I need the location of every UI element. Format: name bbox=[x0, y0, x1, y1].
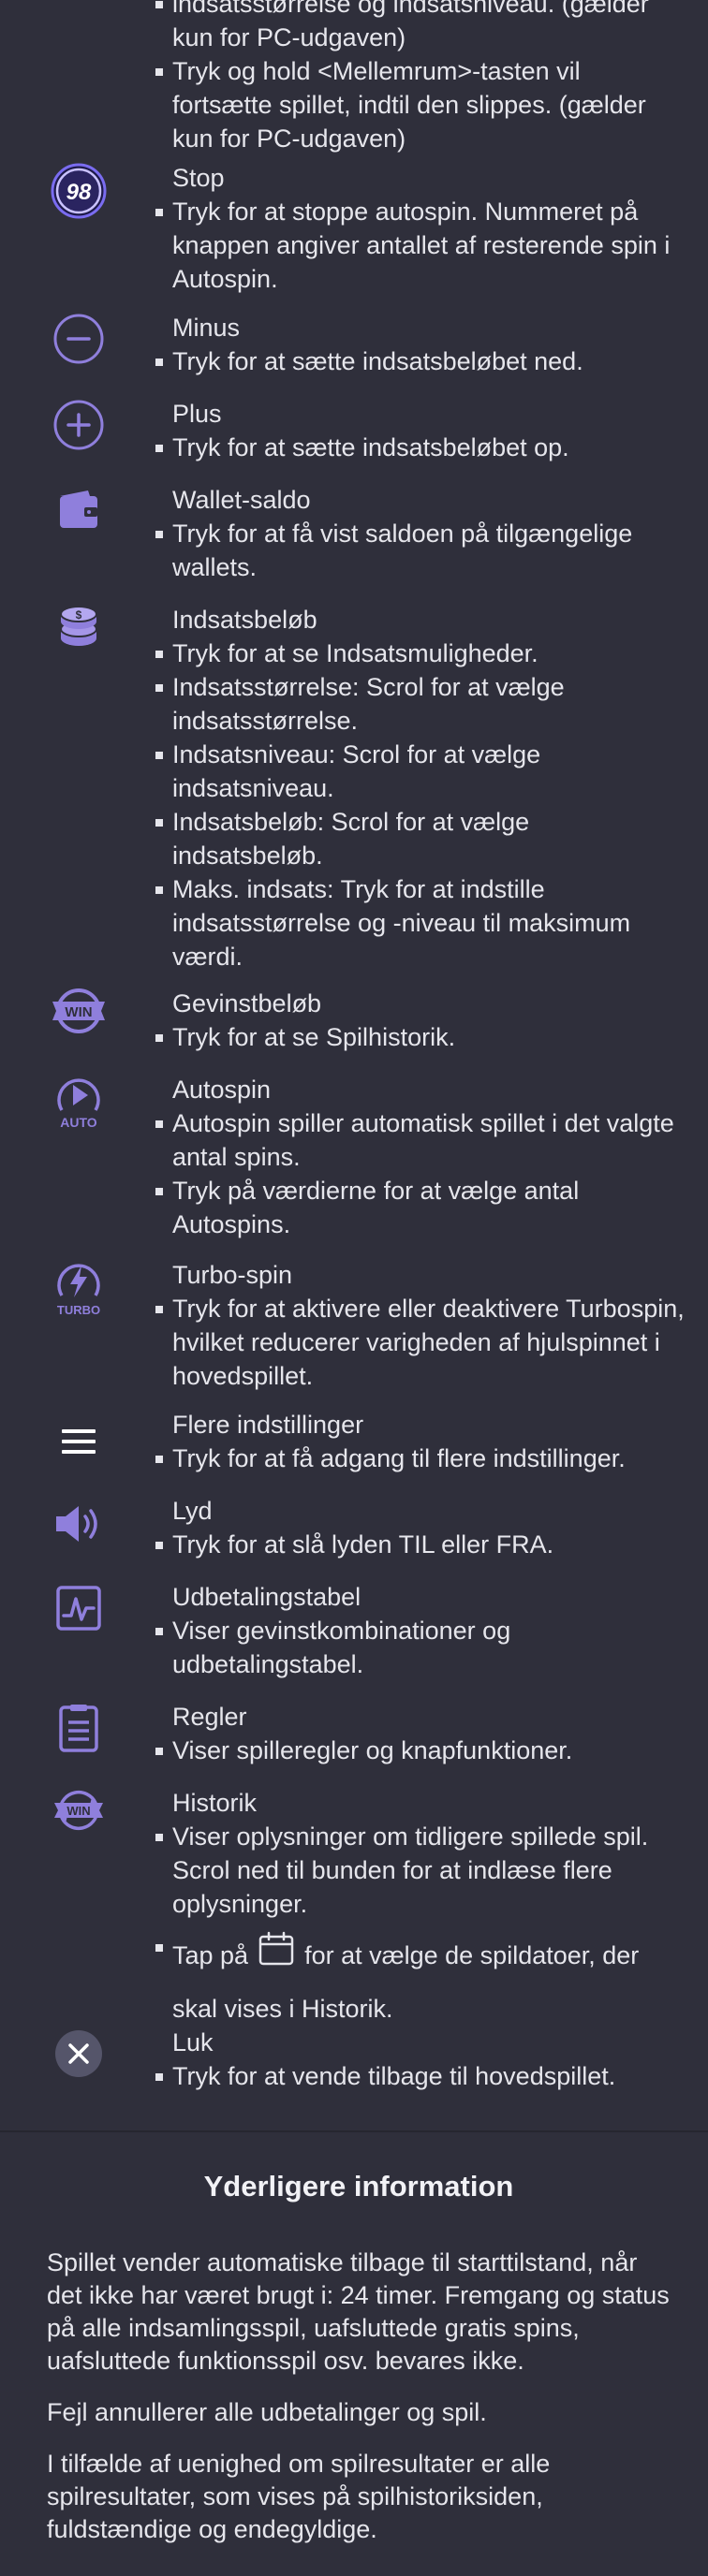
item-paytable: Udbetalingstabel Viser gevinstkombinatio… bbox=[0, 1580, 708, 1681]
item-bullet: Tryk for at sætte indsatsbeløbet ned. bbox=[155, 344, 686, 378]
rules-document-icon bbox=[49, 1698, 109, 1758]
item-bet: $ Indsatsbeløb Tryk for at se Indsatsmul… bbox=[0, 603, 708, 973]
wallet-icon bbox=[49, 479, 109, 539]
item-bullet: Tryk for at stoppe autospin. Nummeret på… bbox=[155, 195, 686, 296]
item-title: Regler bbox=[172, 1703, 247, 1731]
hamburger-menu-icon bbox=[49, 1412, 109, 1471]
item-bullet: Tryk for at sætte indsatsbeløbet op. bbox=[155, 431, 686, 464]
item-bullet: Tryk for at vende tilbage til hovedspill… bbox=[155, 2059, 686, 2093]
stop-counter-icon: 98 bbox=[49, 161, 109, 221]
paytable-chart-icon bbox=[49, 1578, 109, 1638]
item-title: Luk bbox=[172, 2028, 214, 2056]
item-title: Gevinstbeløb bbox=[172, 989, 322, 1017]
item-history: WIN Historik Viser oplysninger om tidlig… bbox=[0, 1786, 708, 2034]
item-bullet: Maks. indsats: Tryk for at indstille ind… bbox=[155, 872, 686, 973]
history-win-text: WIN bbox=[66, 1804, 90, 1818]
item-title: Plus bbox=[172, 400, 222, 428]
item-title: Minus bbox=[172, 314, 241, 342]
more-info-heading: Yderligere information bbox=[203, 2170, 514, 2203]
continued-bullets: indsatsstørrelse og indsatsniveau. (gæld… bbox=[155, 0, 686, 155]
help-panel: indsatsstørrelse og indsatsniveau. (gæld… bbox=[0, 0, 708, 2576]
item-bullet: Tryk for at se Spilhistorik. bbox=[155, 1020, 686, 1054]
item-bullet: Autospin spiller automatisk spillet i de… bbox=[155, 1106, 686, 1174]
coin-stack-icon: $ bbox=[49, 597, 109, 657]
speaker-icon bbox=[49, 1494, 109, 1554]
item-rules: Regler Viser spilleregler og knapfunktio… bbox=[0, 1700, 708, 1767]
more-info-paragraph: Spillet vender automatiske tilbage til s… bbox=[47, 2248, 670, 2375]
item-win: WIN Gevinstbeløb Tryk for at se Spilhist… bbox=[0, 987, 708, 1054]
item-bullet: Tryk for at få adgang til flere indstill… bbox=[155, 1442, 686, 1475]
item-stop: 98 Stop Tryk for at stoppe autospin. Num… bbox=[0, 161, 708, 296]
item-autospin: AUTO Autospin Autospin spiller automatis… bbox=[0, 1073, 708, 1241]
continued-bullet-1: indsatsstørrelse og indsatsniveau. (gæld… bbox=[155, 0, 686, 54]
item-minus: Minus Tryk for at sætte indsatsbeløbet n… bbox=[0, 311, 708, 378]
item-bullet: Viser gevinstkombinationer og udbetaling… bbox=[155, 1614, 686, 1681]
item-title: Autospin bbox=[172, 1076, 272, 1104]
item-bullet: Viser oplysninger om tidligere spillede … bbox=[155, 1820, 686, 1921]
item-bullet: Indsatsbeløb: Scrol for at vælge indsats… bbox=[155, 805, 686, 872]
item-title: Stop bbox=[172, 164, 225, 192]
item-bullet: Viser spilleregler og knapfunktioner. bbox=[155, 1734, 686, 1767]
item-plus: Plus Tryk for at sætte indsatsbeløbet op… bbox=[0, 397, 708, 464]
item-bullet: Indsatsstørrelse: Scrol for at vælge ind… bbox=[155, 670, 686, 738]
item-title: Wallet-saldo bbox=[172, 486, 311, 514]
turbo-spin-icon: TURBO bbox=[49, 1254, 109, 1322]
stop-counter-value: 98 bbox=[66, 180, 92, 205]
svg-text:$: $ bbox=[76, 608, 82, 622]
continued-bullet-2: Tryk og hold <Mellemrum>-tasten vil fort… bbox=[155, 54, 686, 155]
item-more-settings: Flere indstillinger Tryk for at få adgan… bbox=[0, 1408, 708, 1475]
item-sound: Lyd Tryk for at slå lyden TIL eller FRA. bbox=[0, 1494, 708, 1561]
more-info-section: Yderligere information Spillet vender au… bbox=[47, 2168, 671, 2565]
autospin-label: AUTO bbox=[60, 1115, 97, 1130]
history-win-icon: WIN bbox=[49, 1780, 109, 1840]
item-bullet: Tryk for at få vist saldoen på tilgængel… bbox=[155, 517, 686, 584]
item-turbo: TURBO Turbo-spin Tryk for at aktivere el… bbox=[0, 1258, 708, 1393]
item-bullet: Tryk på værdierne for at vælge antal Aut… bbox=[155, 1174, 686, 1241]
item-title: Flere indstillinger bbox=[172, 1411, 364, 1439]
item-bullet: Tryk for at se Indsatsmuligheder. bbox=[155, 637, 686, 670]
more-info-paragraph: I tilfælde af uenighed om spilresultater… bbox=[47, 2450, 551, 2543]
item-title: Turbo-spin bbox=[172, 1261, 293, 1289]
item-wallet: Wallet-saldo Tryk for at få vist saldoen… bbox=[0, 483, 708, 584]
item-title: Lyd bbox=[172, 1497, 213, 1525]
item-bullet-tap: Tap på for at vælge de spildatoer, der s… bbox=[155, 1930, 686, 2034]
continued-line-1: kun for PC-udgaven) bbox=[172, 23, 406, 51]
continued-item: indsatsstørrelse og indsatsniveau. (gæld… bbox=[0, 0, 708, 155]
minus-icon bbox=[49, 309, 109, 369]
win-badge-icon: WIN bbox=[49, 981, 109, 1041]
turbo-label: TURBO bbox=[57, 1303, 100, 1317]
win-badge-text: WIN bbox=[65, 1004, 92, 1020]
item-title: Indsatsbeløb bbox=[172, 606, 317, 634]
plus-icon bbox=[49, 395, 109, 455]
item-bullet: Tryk for at slå lyden TIL eller FRA. bbox=[155, 1528, 686, 1561]
item-title: Historik bbox=[172, 1789, 258, 1817]
item-bullet: Indsatsniveau: Scrol for at vælge indsat… bbox=[155, 738, 686, 805]
more-info-paragraph: Fejl annullerer alle udbetalinger og spi… bbox=[47, 2398, 487, 2426]
item-close: Luk Tryk for at vende tilbage til hoveds… bbox=[0, 2026, 708, 2093]
autospin-icon: AUTO bbox=[49, 1069, 109, 1136]
item-bullet: Tryk for at aktivere eller deaktivere Tu… bbox=[155, 1292, 686, 1393]
close-icon bbox=[49, 2024, 109, 2084]
calendar-icon bbox=[258, 1931, 295, 1983]
item-title: Udbetalingstabel bbox=[172, 1583, 361, 1611]
section-divider bbox=[0, 2130, 708, 2132]
continued-line-cut: indsatsstørrelse og indsatsniveau. (gæld… bbox=[172, 0, 649, 18]
tap-prefix: Tap på bbox=[172, 1941, 249, 1969]
